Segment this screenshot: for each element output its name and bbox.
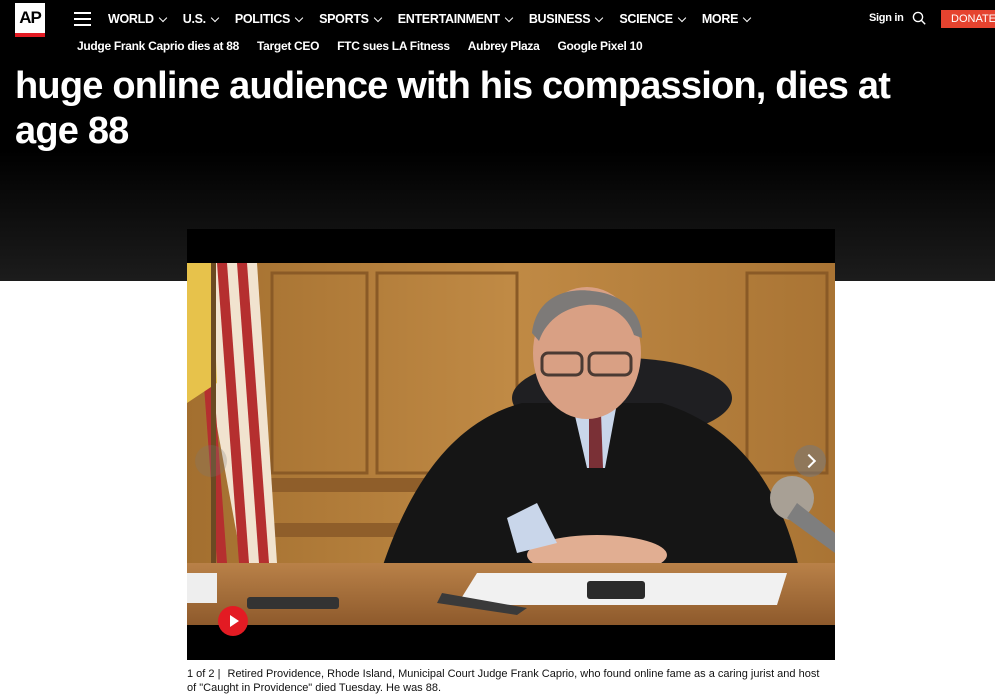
trending-link[interactable]: Judge Frank Caprio dies at 88: [77, 39, 239, 53]
chevron-down-icon: [158, 13, 167, 22]
judge-photo-illustration: [187, 263, 835, 625]
nav-item-sports[interactable]: SPORTS: [319, 12, 382, 26]
nav-item-us[interactable]: U.S.: [183, 12, 220, 26]
hamburger-icon[interactable]: [74, 12, 91, 26]
search-icon[interactable]: [912, 11, 926, 25]
donate-button[interactable]: DONATE: [941, 10, 995, 28]
chevron-down-icon: [742, 13, 752, 22]
chevron-down-icon: [595, 13, 604, 22]
article-headline: huge online audience with his compassion…: [15, 65, 891, 152]
trending-link[interactable]: Google Pixel 10: [557, 39, 642, 53]
play-icon[interactable]: [218, 606, 248, 636]
ap-logo[interactable]: AP: [15, 3, 45, 37]
chevron-down-icon: [294, 13, 304, 22]
main-menu: WORLD U.S. POLITICS SPORTS ENTERTAINMENT…: [108, 0, 767, 38]
gallery-photo[interactable]: [187, 263, 835, 625]
signin-link[interactable]: Sign in: [869, 12, 904, 24]
top-nav: AP WORLD U.S. POLITICS SPORTS ENTERTAINM…: [0, 0, 995, 38]
nav-item-politics[interactable]: POLITICS: [235, 12, 304, 26]
chevron-down-icon: [677, 13, 687, 22]
trending-link[interactable]: FTC sues LA Fitness: [337, 39, 450, 53]
prev-slide-button[interactable]: [195, 445, 227, 477]
trending-link[interactable]: Target CEO: [257, 39, 319, 53]
chevron-down-icon: [373, 13, 382, 22]
nav-item-more[interactable]: MORE: [702, 12, 752, 26]
caption-text: Retired Providence, Rhode Island, Munici…: [187, 668, 820, 694]
nav-item-world[interactable]: WORLD: [108, 12, 167, 26]
trending-link[interactable]: Aubrey Plaza: [468, 39, 540, 53]
nav-item-business[interactable]: BUSINESS: [529, 12, 604, 26]
chevron-down-icon: [210, 13, 220, 22]
chevron-right-icon[interactable]: [794, 445, 826, 477]
chevron-down-icon: [504, 13, 514, 22]
photo-gallery: [187, 229, 835, 660]
trending-bar: Judge Frank Caprio dies at 88 Target CEO…: [77, 38, 660, 54]
nav-item-science[interactable]: SCIENCE: [619, 12, 687, 26]
slide-counter: 1 of 2 |: [187, 668, 221, 680]
nav-item-entertainment[interactable]: ENTERTAINMENT: [398, 12, 514, 26]
